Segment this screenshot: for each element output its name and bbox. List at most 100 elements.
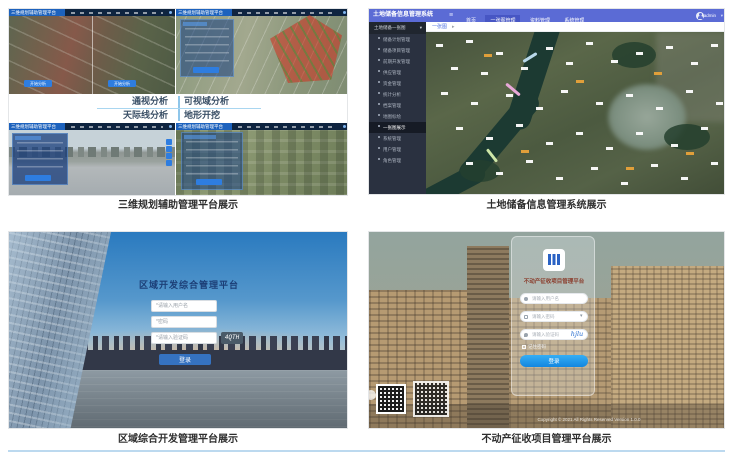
panel-text-rows — [185, 28, 229, 66]
password-input[interactable] — [151, 316, 217, 328]
panel-run-button[interactable] — [25, 175, 51, 181]
qr-code-light — [413, 381, 449, 417]
tool-button-1[interactable] — [166, 139, 172, 145]
avatar-body-icon — [698, 16, 703, 19]
sidebar-item-users[interactable]: 用户管理 — [369, 144, 426, 155]
user-icon — [524, 297, 528, 301]
nav-menu-icon[interactable] — [343, 11, 346, 14]
sidebar-header[interactable]: 土地储备一张图 ▾ — [369, 22, 426, 34]
caption-3d-planning: 三维规划辅助管理平台展示 — [8, 199, 348, 213]
remember-label: 记住密码 — [528, 344, 546, 350]
terrain-settings-panel — [181, 132, 243, 190]
nav-menu-icon[interactable] — [169, 11, 172, 14]
mini-navbar: 三维规划辅助管理平台 — [176, 9, 348, 16]
tool-button-2[interactable] — [166, 146, 172, 152]
sidebar-item-funds[interactable]: 资金管理 — [369, 78, 426, 89]
sidebar-item-archive[interactable]: 档案管理 — [369, 100, 426, 111]
sidebar-item-stats[interactable]: 统计分析 — [369, 89, 426, 100]
label-skyline-analysis: 天际线分析 — [9, 109, 175, 122]
remember-checkbox[interactable] — [522, 345, 526, 349]
sidebar-item-predev[interactable]: 前期开发管理 — [369, 56, 426, 67]
label-terrain-excavation: 地形开挖 — [184, 109, 220, 122]
panel-regional-dev-login: 区域开发综合管理平台 4QTH 登录 — [8, 231, 348, 429]
mini-navbar: 三维规划辅助管理平台 — [9, 9, 175, 16]
tall-tower — [467, 246, 509, 429]
username-input[interactable] — [520, 293, 588, 304]
nav-coordinates-placeholder — [238, 12, 337, 14]
app-navbar: 土地储备信息管理系统 ≡ 首页 一张图管理 资料管理 系统管理 admin ▾ — [369, 9, 725, 22]
breadcrumb[interactable]: 一张图 — [432, 22, 447, 32]
panel-run-button[interactable] — [193, 67, 219, 73]
mini-navbar-title: 三维规划辅助管理平台 — [176, 9, 232, 16]
screenshot-collage-page: 三维规划辅助管理平台 开始分析 开始分析 三维规划辅助管理平台 — [0, 0, 730, 456]
map-label-scatter — [436, 44, 443, 47]
quadrant-sightline-analysis: 三维规划辅助管理平台 开始分析 开始分析 — [9, 9, 175, 94]
sidebar-item-plan[interactable]: 储备计划管理 — [369, 34, 426, 45]
sidebar-item-supply[interactable]: 供应管理 — [369, 67, 426, 78]
map-tool-stack — [166, 139, 172, 166]
login-card: 不动产征收项目管理平台 ▾ hjlu 记住密码 登录 — [511, 236, 595, 396]
split-view-divider — [92, 16, 93, 94]
mini-navbar-title: 三维规划辅助管理平台 — [9, 9, 65, 16]
nav-coordinates-placeholder — [71, 12, 163, 14]
shield-icon — [524, 333, 528, 337]
satellite-map[interactable] — [426, 32, 725, 195]
tool-button-4[interactable] — [166, 160, 172, 166]
sidebar-item-system[interactable]: 系统管理 — [369, 133, 426, 144]
hamburger-icon[interactable]: ≡ — [449, 9, 453, 22]
panel-run-button[interactable] — [196, 179, 222, 185]
sidebar-item-onemap[interactable]: 一张图展示 — [369, 122, 426, 133]
breadcrumb-caret-icon: ▸ — [452, 22, 455, 32]
captcha-image[interactable]: hjlu — [566, 329, 588, 340]
app-logo — [543, 249, 565, 271]
panel-text-rows — [17, 142, 63, 174]
skyline-info-panel — [12, 133, 68, 185]
building-icon — [548, 254, 560, 265]
label-viewshed-analysis: 可视域分析 — [184, 95, 229, 108]
panel-land-reserve-system: 土地储备信息管理系统 ≡ 首页 一张图管理 资料管理 系统管理 admin ▾ … — [368, 8, 725, 195]
sidebar-item-roles[interactable]: 角色管理 — [369, 155, 426, 166]
mini-navbar: 三维规划辅助管理平台 — [9, 123, 175, 130]
nav-menu-icon[interactable] — [343, 125, 346, 128]
user-menu-caret-icon[interactable]: ▾ — [721, 9, 723, 22]
quadrant-viewshed-analysis: 三维规划辅助管理平台 — [176, 9, 348, 94]
app-title: 土地储备信息管理系统 — [373, 9, 433, 22]
nav-coordinates-placeholder — [71, 126, 163, 128]
login-button[interactable]: 登录 — [159, 354, 211, 365]
sidebar-item-project[interactable]: 储备项目管理 — [369, 45, 426, 56]
captcha-image[interactable]: 4QTH — [221, 332, 243, 344]
lock-icon — [524, 315, 528, 319]
user-name: admin — [704, 9, 716, 22]
mini-navbar: 三维规划辅助管理平台 — [176, 123, 348, 130]
login-button[interactable]: 登录 — [520, 355, 588, 367]
analysis-button-right[interactable]: 开始分析 — [108, 80, 136, 87]
username-input[interactable] — [151, 300, 217, 312]
sidebar-header-caret-icon: ▾ — [420, 22, 422, 34]
qr-code-dark — [376, 384, 406, 414]
panel-header — [184, 135, 216, 139]
panel-3d-planning-platform: 三维规划辅助管理平台 开始分析 开始分析 三维规划辅助管理平台 — [8, 8, 348, 196]
forest-patch — [612, 42, 656, 68]
password-caret-icon[interactable]: ▾ — [580, 311, 583, 322]
panel-header — [183, 22, 207, 26]
captcha-input[interactable] — [151, 332, 217, 344]
mini-navbar-title: 三维规划辅助管理平台 — [9, 123, 65, 130]
mini-navbar-title: 三维规划辅助管理平台 — [176, 123, 232, 130]
sidebar-item-markup[interactable]: 地图标绘 — [369, 111, 426, 122]
forest-patch — [460, 160, 500, 182]
analysis-label-band: 通视分析 可视域分析 天际线分析 地形开挖 — [9, 94, 348, 123]
nav-menu-icon[interactable] — [169, 125, 172, 128]
login-title: 区域开发综合管理平台 — [114, 278, 264, 290]
bottom-accent-line — [8, 450, 725, 452]
caption-expropriation: 不动产征收项目管理平台展示 — [368, 433, 725, 447]
panel-header — [15, 136, 41, 140]
password-input[interactable] — [520, 311, 588, 322]
caption-regional-dev: 区域综合开发管理平台展示 — [8, 433, 348, 447]
analysis-button-left[interactable]: 开始分析 — [24, 80, 52, 87]
app-sidebar: 土地储备一张图 ▾ 储备计划管理 储备项目管理 前期开发管理 供应管理 资金管理… — [369, 22, 426, 195]
tool-button-3[interactable] — [166, 153, 172, 159]
login-title: 不动产征收项目管理平台 — [512, 277, 596, 285]
sidebar-header-label: 土地储备一张图 — [374, 25, 406, 30]
panel-expropriation-login: 不动产征收项目管理平台 ▾ hjlu 记住密码 登录 Copyright © 2… — [368, 231, 725, 429]
label-sightline-analysis: 通视分析 — [9, 95, 175, 108]
